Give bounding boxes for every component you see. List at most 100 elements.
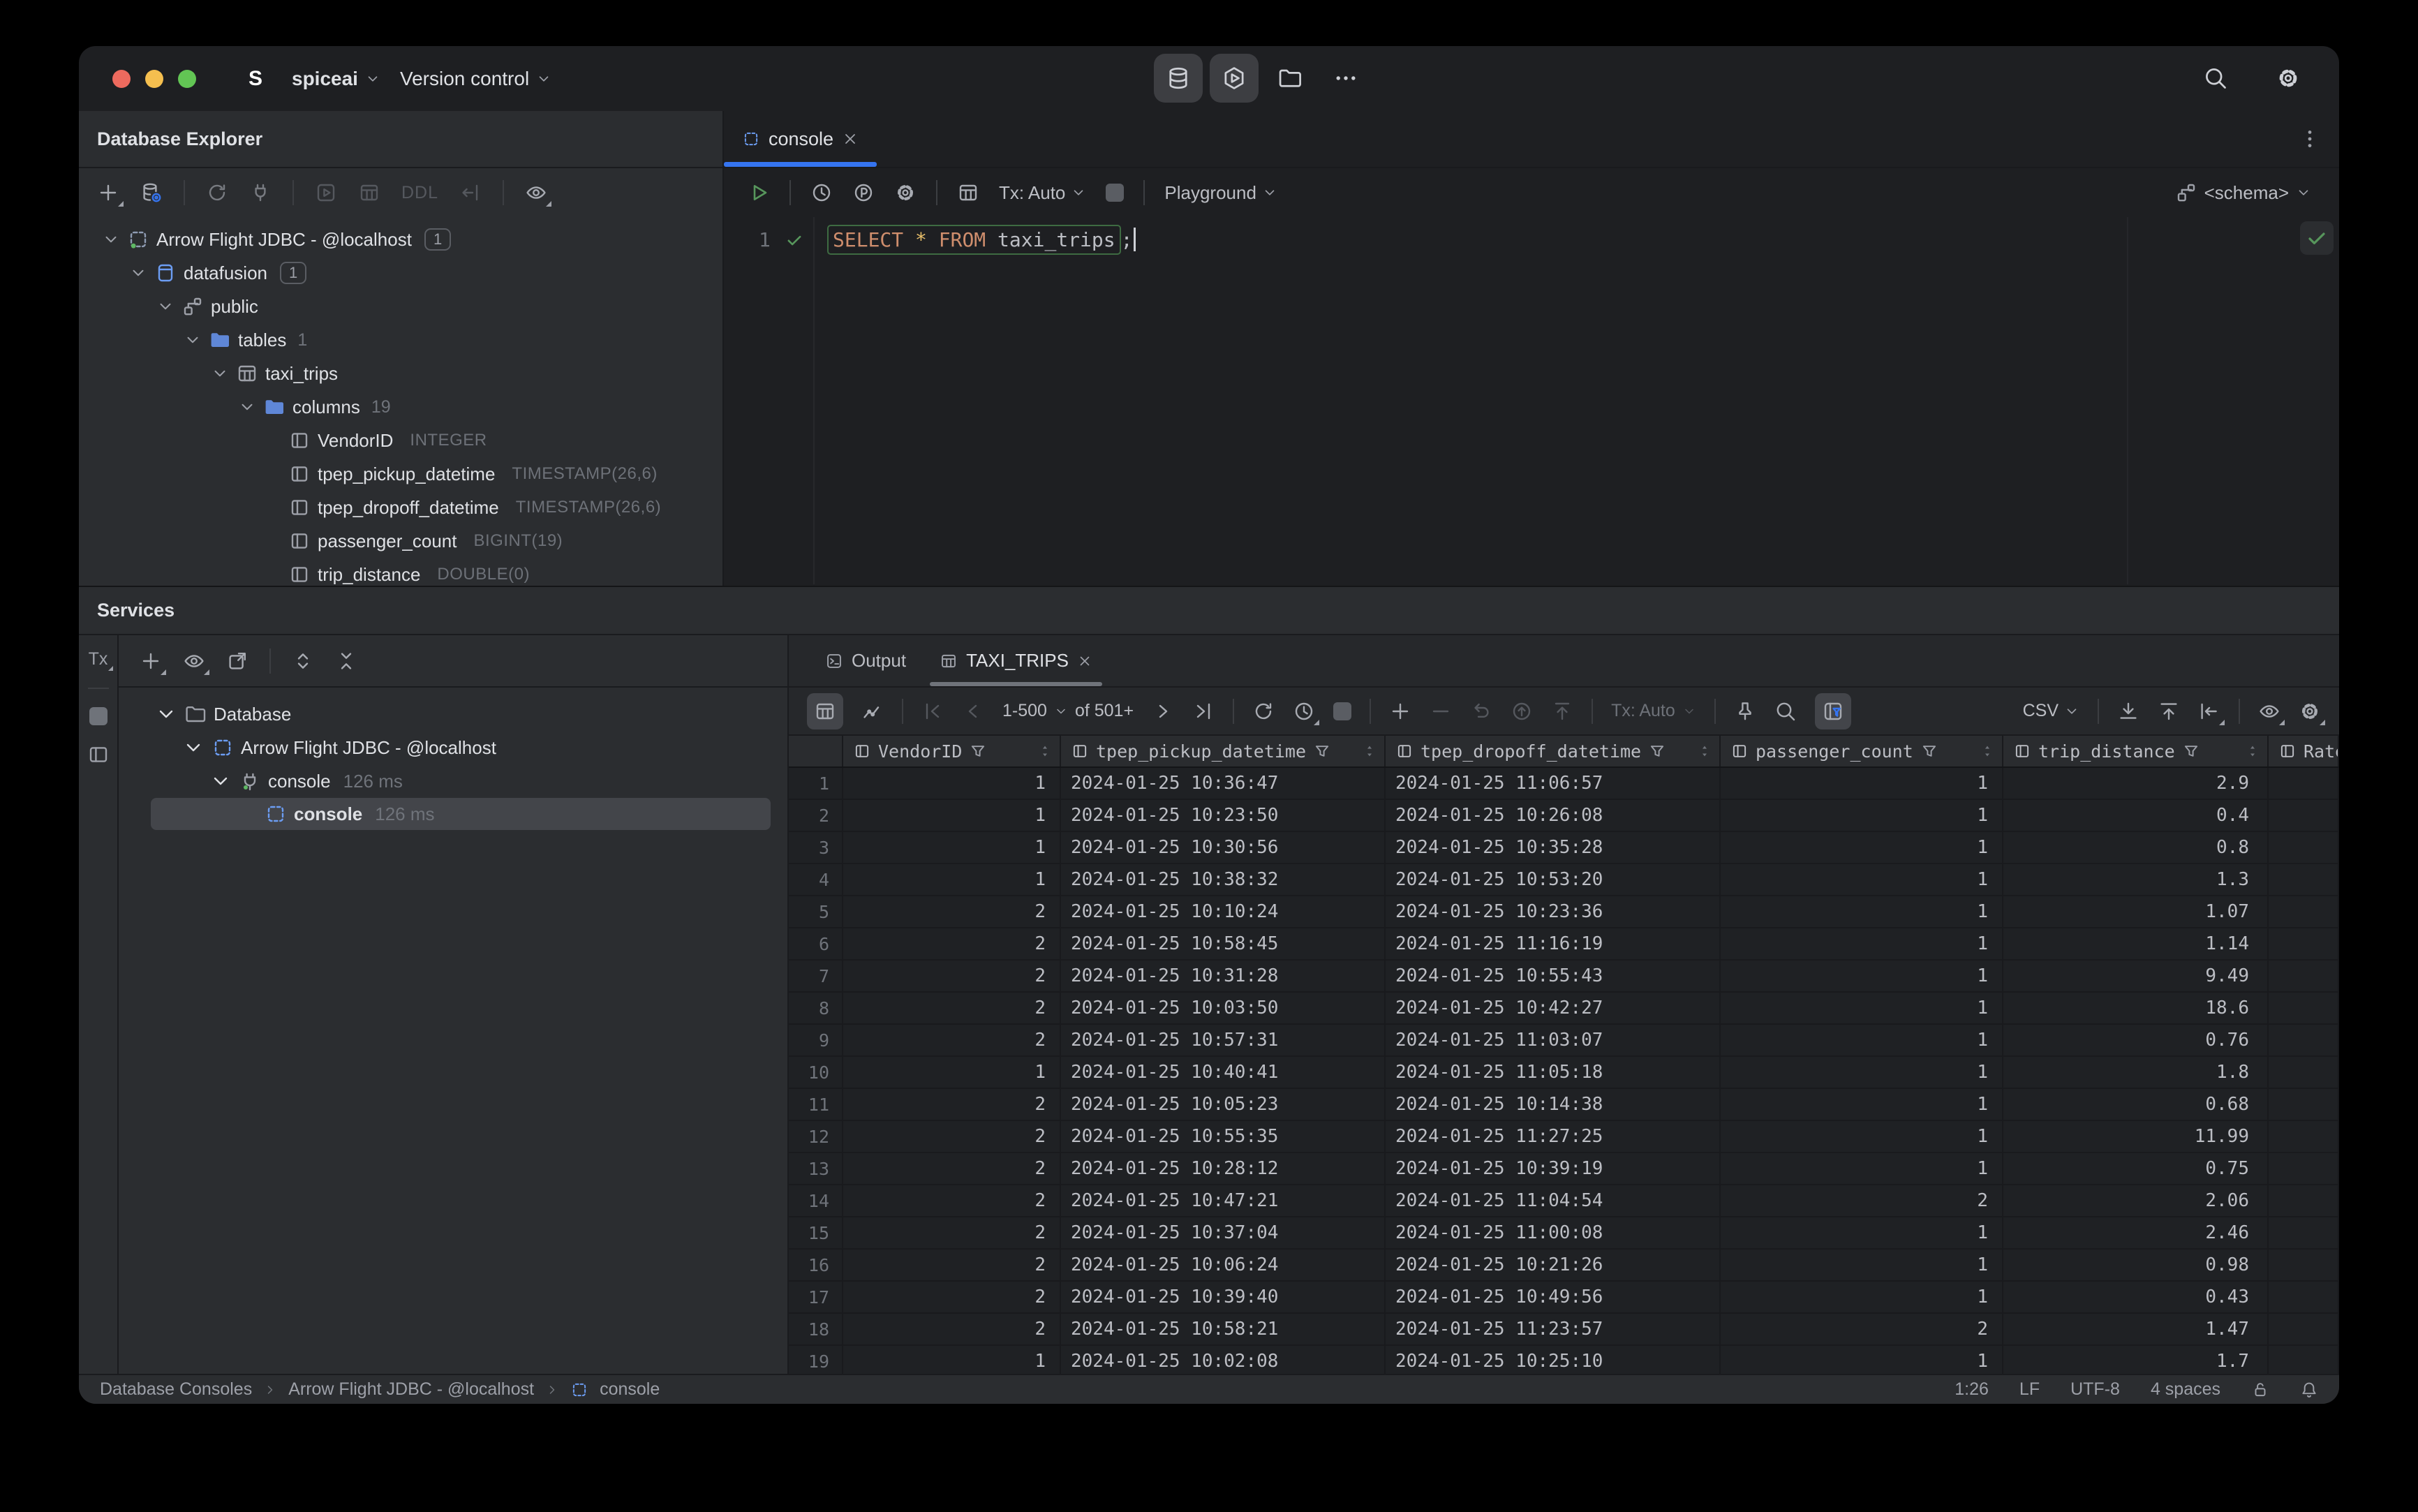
data-cell[interactable]: 1 [843,1346,1061,1374]
stop-button[interactable] [1333,702,1352,720]
data-cell[interactable]: 2024-01-25 10:21:26 [1386,1250,1721,1280]
data-cell[interactable]: 1 [1721,1089,2003,1120]
data-cell[interactable]: 1.07 [2003,896,2269,927]
data-cell[interactable]: 2024-01-25 10:39:40 [1061,1282,1386,1312]
data-cell[interactable] [2269,1282,2339,1312]
data-cell[interactable] [2269,928,2339,959]
vcs-menu[interactable]: Version control [400,68,551,90]
data-cell[interactable]: 1 [1721,1153,2003,1184]
minimize-window-button[interactable] [145,69,163,88]
data-cell[interactable]: 1 [1721,1025,2003,1055]
data-cell[interactable]: 1 [843,800,1061,831]
data-cell[interactable]: 2024-01-25 10:28:12 [1061,1153,1386,1184]
schema-select[interactable]: <schema> [2175,181,2311,204]
database-tool-button[interactable] [1154,54,1203,103]
data-cell[interactable] [2269,896,2339,927]
find-button[interactable] [1774,700,1797,722]
column-header[interactable]: tpep_pickup_datetime [1061,736,1386,766]
data-cell[interactable]: 2.06 [2003,1185,2269,1216]
stop-button[interactable] [1106,184,1125,202]
lock-icon[interactable] [2251,1381,2269,1399]
breadcrumb-item[interactable]: Database Consoles [100,1379,252,1400]
sort-icon[interactable] [1980,743,1995,759]
data-cell[interactable]: 2024-01-25 10:53:20 [1386,864,1721,895]
data-cell[interactable]: 0.76 [2003,1025,2269,1055]
data-cell[interactable]: 1.3 [2003,864,2269,895]
data-cell[interactable]: 1 [1721,1217,2003,1248]
last-page-button[interactable] [1192,700,1215,722]
services-tool-button[interactable] [1210,54,1259,103]
data-cell[interactable]: 0.75 [2003,1153,2269,1184]
data-cell[interactable]: 2024-01-25 11:04:54 [1386,1185,1721,1216]
editor-options-icon[interactable] [2299,128,2321,150]
data-cell[interactable]: 2 [843,928,1061,959]
table-row[interactable]: 17 2 2024-01-25 10:39:40 2024-01-25 10:49:5… [789,1282,2339,1314]
data-cell[interactable]: 11.99 [2003,1121,2269,1152]
data-cell[interactable] [2269,1153,2339,1184]
ddl-button[interactable]: DDL [401,183,438,203]
expand-all-button[interactable] [292,650,314,672]
export-button[interactable] [2158,700,2180,722]
data-cell[interactable]: 0.8 [2003,832,2269,863]
data-cell[interactable]: 2 [1721,1314,2003,1344]
tree-item-database[interactable]: datafusion 1 [79,256,722,290]
reload-page-button[interactable] [1252,700,1275,722]
data-cell[interactable]: 2 [843,1314,1061,1344]
maximize-window-button[interactable] [178,69,196,88]
data-cell[interactable]: 1 [1721,1057,2003,1088]
settings-button[interactable] [2264,54,2313,103]
layout-panel-icon[interactable] [87,743,110,766]
data-cell[interactable]: 2024-01-25 10:05:23 [1061,1089,1386,1120]
data-cell[interactable]: 2024-01-25 10:58:45 [1061,928,1386,959]
data-cell[interactable]: 2.46 [2003,1217,2269,1248]
data-cell[interactable]: 2 [1721,1185,2003,1216]
playground-select[interactable]: Playground [1164,182,1277,204]
collapse-all-button[interactable] [335,650,357,672]
view-options-button[interactable] [525,181,552,207]
data-cell[interactable]: 2 [843,896,1061,927]
sort-icon[interactable] [1362,743,1377,759]
data-cell[interactable]: 1 [1721,832,2003,863]
grid-view-button[interactable] [807,692,843,729]
data-cell[interactable]: 0.4 [2003,800,2269,831]
page-size-select[interactable]: 1-500 of 501+ [1002,701,1134,721]
close-icon[interactable] [842,131,859,147]
data-cell[interactable]: 2024-01-25 10:57:31 [1061,1025,1386,1055]
data-cell[interactable]: 2024-01-25 10:55:43 [1386,961,1721,991]
table-row[interactable]: 12 2 2024-01-25 10:55:35 2024-01-25 11:27:2… [789,1121,2339,1153]
breadcrumb-item[interactable]: Arrow Flight JDBC - @localhost [288,1379,534,1400]
data-cell[interactable]: 2024-01-25 11:00:08 [1386,1217,1721,1248]
chevron-down-icon[interactable] [102,230,120,249]
data-cell[interactable]: 1 [1721,800,2003,831]
tree-item-column[interactable]: tpep_pickup_datetime TIMESTAMP(26,6) [79,457,722,491]
tree-item-schema[interactable]: public [79,290,722,323]
revert-button[interactable] [1470,700,1492,722]
tree-item-column[interactable]: tpep_dropoff_datetime TIMESTAMP(26,6) [79,491,722,524]
data-cell[interactable]: 2024-01-25 10:36:47 [1061,768,1386,799]
data-cell[interactable] [2269,1217,2339,1248]
table-row[interactable]: 16 2 2024-01-25 10:06:24 2024-01-25 10:21:2… [789,1250,2339,1282]
table-row[interactable]: 3 1 2024-01-25 10:30:56 2024-01-25 10:35:28… [789,832,2339,864]
data-cell[interactable]: 1 [1721,961,2003,991]
caret-position[interactable]: 1:26 [1955,1379,1989,1400]
auto-refresh-button[interactable] [1293,700,1320,725]
data-cell[interactable]: 1 [843,768,1061,799]
datasource-properties-button[interactable] [140,181,163,204]
add-row-button[interactable] [1389,700,1411,722]
data-cell[interactable]: 2024-01-25 10:39:19 [1386,1153,1721,1184]
data-cell[interactable] [2269,1185,2339,1216]
data-cell[interactable]: 2024-01-25 10:37:04 [1061,1217,1386,1248]
data-cell[interactable]: 2 [843,1153,1061,1184]
data-cell[interactable]: 2 [843,1089,1061,1120]
services-item-console-selected[interactable]: console 126 ms [151,798,771,830]
table-row[interactable]: 15 2 2024-01-25 10:37:04 2024-01-25 11:00:0… [789,1217,2339,1250]
data-cell[interactable]: 0.98 [2003,1250,2269,1280]
chevron-down-icon[interactable] [209,770,232,792]
chevron-down-icon[interactable] [184,331,202,349]
data-cell[interactable]: 2024-01-25 11:03:07 [1386,1025,1721,1055]
data-cell[interactable]: 2024-01-25 10:31:28 [1061,961,1386,991]
chevron-down-icon[interactable] [155,703,177,725]
data-cell[interactable]: 1.14 [2003,928,2269,959]
data-cell[interactable]: 2024-01-25 10:40:41 [1061,1057,1386,1088]
sql-statement-line[interactable]: SELECT * FROM taxi_trips; [827,223,1136,256]
